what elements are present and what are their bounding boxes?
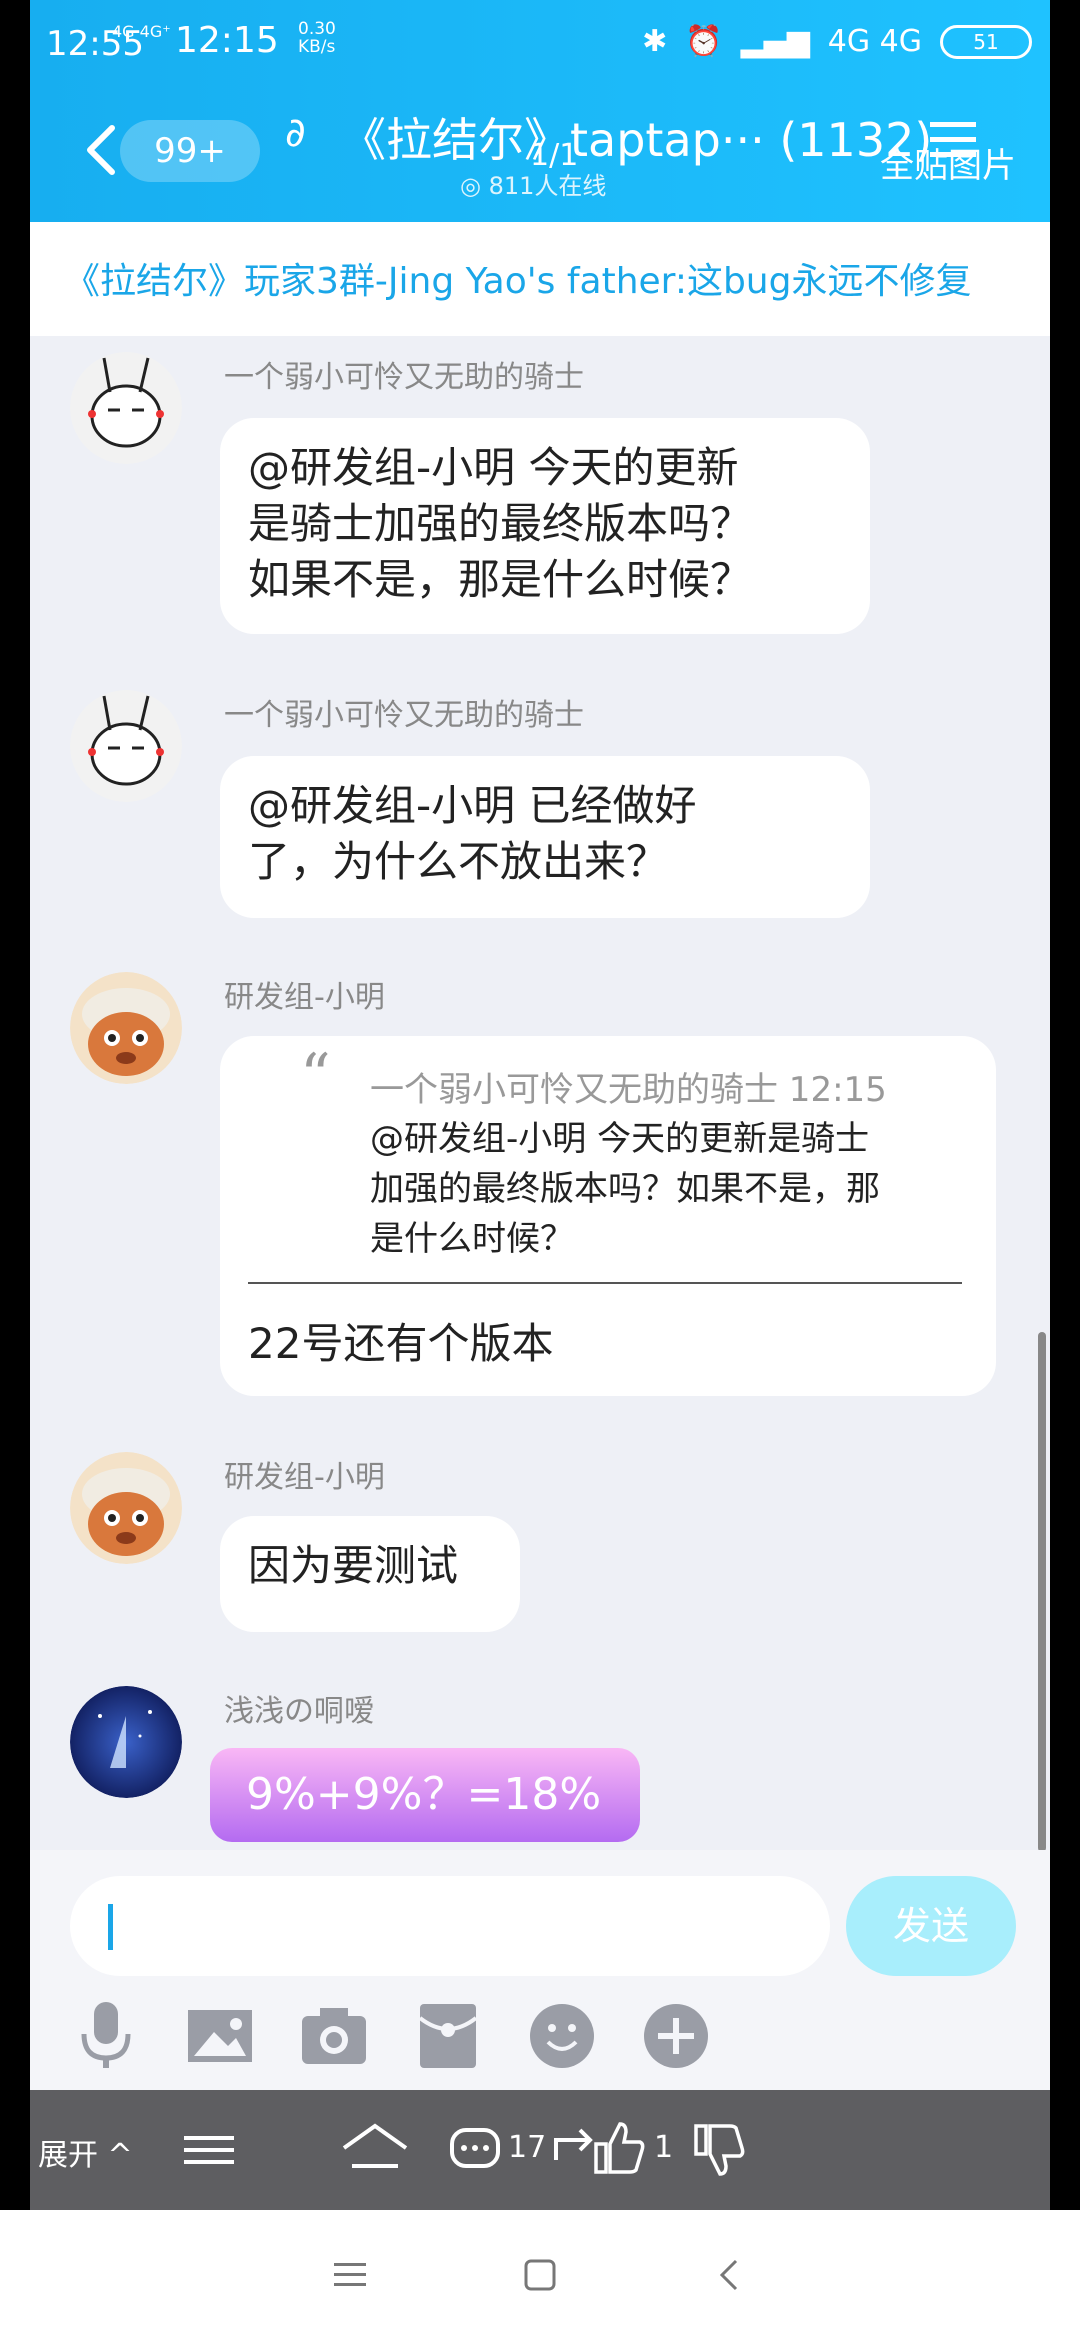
message-line: @研发组-小明 今天的更新 xyxy=(248,443,739,492)
send-button[interactable]: 发送 xyxy=(846,1876,1016,1976)
emoji-icon[interactable] xyxy=(522,1996,602,2076)
avatar[interactable] xyxy=(70,1452,182,1564)
sender-name[interactable]: 一个弱小可怜又无助的骑士 xyxy=(224,352,584,396)
group-notice[interactable]: 《拉结尔》玩家3群-Jing Yao's father:这bug永远不修复 xyxy=(30,222,1050,336)
dislike-icon[interactable] xyxy=(690,2114,746,2184)
status-right: ✱ ⏰ ▂▄▆ 4G 4G 51 xyxy=(642,24,1032,59)
chat-header: 12:55 4G 4G⁺ 12:15 0.30 KB/s ✱ ⏰ ▂▄▆ 4G … xyxy=(30,0,1050,222)
quoted-message-bubble[interactable]: “ 一个弱小可怜又无助的骑士 12:15 @研发组-小明 今天的更新是骑士 加强… xyxy=(220,1036,996,1396)
text-cursor xyxy=(108,1904,113,1950)
signal-icon: ▂▄▆ xyxy=(740,24,810,59)
chat-title[interactable]: 《拉结尔》taptap··· (1132) xyxy=(340,104,932,170)
message-bubble[interactable]: @研发组-小明 今天的更新 是骑士加强的最终版本吗？ 如果不是，那是什么时候？ xyxy=(220,418,870,634)
bluetooth-icon: ✱ xyxy=(642,24,668,59)
message-text: 因为要测试 xyxy=(248,1541,459,1590)
message-line: 如果不是，那是什么时候？ xyxy=(248,555,753,604)
ear-icon[interactable]: ∂ xyxy=(285,110,306,156)
home-nav-icon[interactable] xyxy=(520,2255,560,2295)
bottom-app-bar: 展开 ^ 17 1 xyxy=(30,2090,1050,2210)
sender-name[interactable]: 浅浅の哃嗳 xyxy=(224,1686,374,1730)
quote-icon: “ xyxy=(300,1041,331,1111)
quote-line: 是什么时候？ xyxy=(370,1219,574,1259)
sender-name[interactable]: 研发组-小明 xyxy=(224,972,385,1016)
plus-icon[interactable] xyxy=(636,1996,716,2076)
like-count: 1 xyxy=(654,2130,674,2165)
message-input[interactable] xyxy=(70,1876,830,1976)
expand-button[interactable]: 展开 ^ xyxy=(38,2130,133,2174)
home-icon[interactable] xyxy=(340,2114,410,2184)
input-area: 发送 xyxy=(30,1850,1050,2090)
decorated-message-bubble[interactable]: 9%+9%？=18% xyxy=(210,1748,640,1842)
battery-indicator: 51 xyxy=(940,24,1032,59)
microphone-icon[interactable] xyxy=(66,1996,146,2076)
message-bubble[interactable]: 因为要测试 xyxy=(220,1516,520,1632)
online-count: ◎ 811人在线 xyxy=(460,166,606,201)
image-icon[interactable] xyxy=(180,1996,260,2076)
notice-text: 《拉结尔》玩家3群-Jing Yao's father:这bug永远不修复 xyxy=(64,261,972,302)
quote-divider xyxy=(248,1282,962,1284)
scrollbar[interactable] xyxy=(1038,1332,1046,1852)
alarm-icon: ⏰ xyxy=(685,24,723,59)
comment-icon[interactable] xyxy=(448,2114,502,2184)
quote-header: 一个弱小可怜又无助的骑士 12:15 xyxy=(370,1070,887,1110)
app-screen: 12:55 4G 4G⁺ 12:15 0.30 KB/s ✱ ⏰ ▂▄▆ 4G … xyxy=(30,0,1050,2210)
avatar[interactable] xyxy=(70,972,182,1084)
comment-count: 17 xyxy=(508,2130,547,2165)
status-speed: 0.30 KB/s xyxy=(298,19,336,57)
camera-icon[interactable] xyxy=(294,1996,374,2076)
avatar[interactable] xyxy=(70,1686,182,1798)
red-packet-icon[interactable] xyxy=(408,1996,488,2076)
message-text: 9%+9%？=18% xyxy=(246,1769,602,1820)
recent-apps-icon[interactable] xyxy=(330,2255,370,2295)
status-network-right: 4G 4G xyxy=(827,24,922,59)
status-time: 12:15 xyxy=(175,20,279,61)
list-icon[interactable] xyxy=(184,2114,234,2184)
status-bar: 12:55 4G 4G⁺ 12:15 0.30 KB/s ✱ ⏰ ▂▄▆ 4G … xyxy=(30,14,1050,74)
message-bubble[interactable]: @研发组-小明 已经做好 了，为什么不放出来？ xyxy=(220,756,870,918)
like-icon[interactable] xyxy=(590,2114,646,2184)
quote-line: @研发组-小明 今天的更新是骑士 xyxy=(370,1119,870,1159)
sender-name[interactable]: 一个弱小可怜又无助的骑士 xyxy=(224,690,584,734)
message-line: @研发组-小明 已经做好 xyxy=(248,781,697,830)
sender-name[interactable]: 研发组-小明 xyxy=(224,1452,385,1496)
unread-badge[interactable]: 99+ xyxy=(120,120,260,182)
avatar[interactable] xyxy=(70,690,182,802)
avatar[interactable] xyxy=(70,352,182,464)
message-line: 是骑士加强的最终版本吗？ xyxy=(248,499,753,548)
system-nav-bar xyxy=(0,2210,1080,2340)
quote-body: @研发组-小明 今天的更新是骑士 加强的最终版本吗？如果不是，那 是什么时候？ xyxy=(370,1114,970,1264)
input-toolbar xyxy=(30,1996,1050,2086)
reply-text: 22号还有个版本 xyxy=(248,1319,554,1368)
message-line: 了，为什么不放出来？ xyxy=(248,837,669,886)
all-images-overlay[interactable]: 全贴图片 xyxy=(880,138,1016,187)
back-nav-icon[interactable] xyxy=(710,2255,750,2295)
check-circle-icon: ◎ xyxy=(460,172,481,200)
online-count-text: 811人在线 xyxy=(488,172,607,200)
status-network: 4G 4G⁺ xyxy=(112,22,171,41)
quote-line: 加强的最终版本吗？如果不是，那 xyxy=(370,1169,880,1209)
